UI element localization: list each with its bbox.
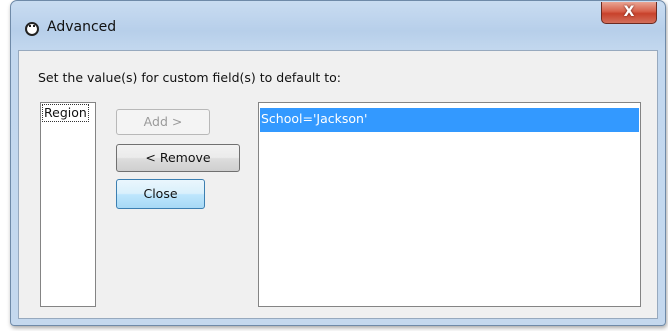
app-icon [25,22,39,36]
add-button[interactable]: Add > [116,109,210,135]
close-window-button[interactable]: X [601,2,657,24]
remove-button[interactable]: < Remove [116,144,240,172]
dialog-body: Set the value(s) for custom field(s) to … [18,50,658,319]
selected-values-list[interactable]: School='Jackson' [258,102,641,307]
advanced-dialog: Advanced X Set the value(s) for custom f… [10,0,666,326]
list-item-selected-value[interactable]: School='Jackson' [260,108,639,132]
close-button[interactable]: Close [116,179,205,209]
title-bar[interactable]: Advanced X [11,1,665,47]
available-fields-list[interactable]: Region [40,102,96,307]
instruction-label: Set the value(s) for custom field(s) to … [38,70,341,85]
window-title: Advanced [47,19,117,35]
close-icon: X [623,4,635,20]
list-item-region[interactable]: Region [42,104,89,122]
